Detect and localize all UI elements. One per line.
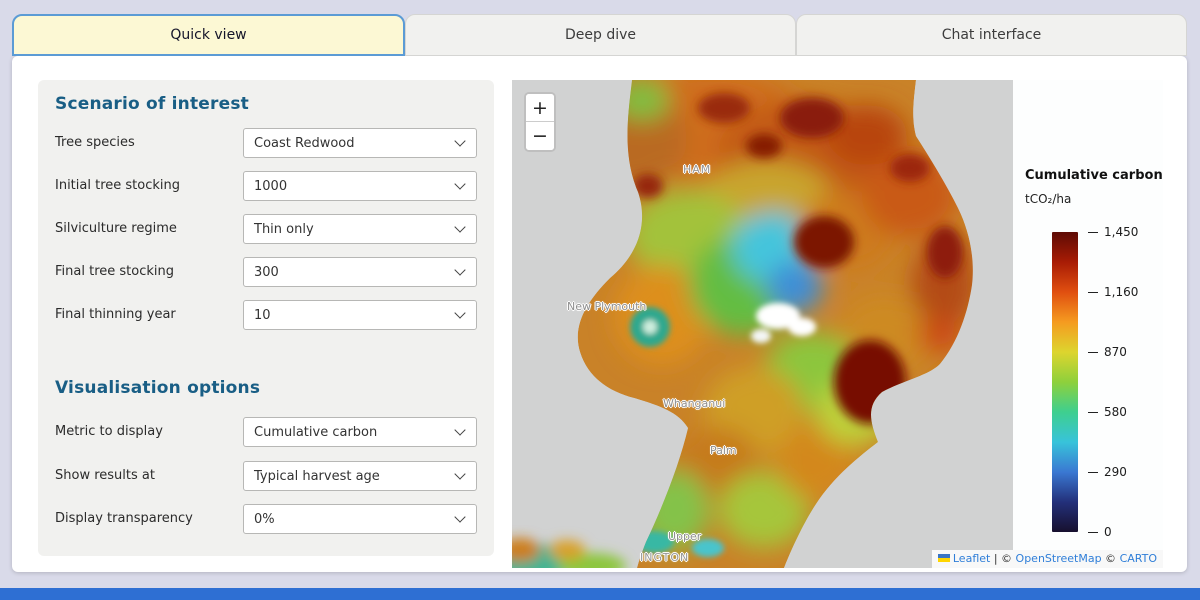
tick-label: 580 [1104, 405, 1127, 419]
tick-label: 290 [1104, 465, 1127, 479]
tick-label: 1,450 [1104, 225, 1138, 239]
attribution-separator: | © [990, 552, 1015, 565]
show-results-select[interactable]: Typical harvest age [243, 461, 477, 491]
map-place-label: Whanganui [663, 397, 725, 410]
leaflet-map[interactable]: HAM New Plymouth Whanganui Palm Upper IN… [512, 80, 1163, 568]
tab-bar: Quick view Deep dive Chat interface [12, 14, 1187, 56]
initial-stocking-label: Initial tree stocking [55, 178, 180, 193]
attribution-separator: © [1102, 552, 1120, 565]
leaflet-link[interactable]: Leaflet [953, 552, 990, 565]
chevron-down-icon [454, 511, 465, 522]
tree-species-select[interactable]: Coast Redwood [243, 128, 477, 158]
transparency-value: 0% [254, 512, 275, 527]
legend-colorbar [1052, 232, 1078, 532]
scenario-title: Scenario of interest [55, 94, 249, 114]
zoom-in-button[interactable]: + [526, 94, 554, 122]
silviculture-regime-label: Silviculture regime [55, 221, 177, 236]
scenario-panel: Scenario of interest Tree species Coast … [38, 80, 494, 556]
legend-title: Cumulative carbon [1025, 168, 1163, 183]
carto-link[interactable]: CARTO [1120, 552, 1157, 565]
footer-bar [0, 588, 1200, 600]
openstreetmap-link[interactable]: OpenStreetMap [1016, 552, 1102, 565]
tick-mark [1088, 292, 1098, 293]
map-place-label: Upper [668, 530, 701, 543]
chevron-down-icon [454, 135, 465, 146]
map-place-label: INGTON [640, 551, 689, 564]
transparency-label: Display transparency [55, 511, 193, 526]
final-thinning-year-select[interactable]: 10 [243, 300, 477, 330]
chevron-down-icon [454, 307, 465, 318]
initial-stocking-value: 1000 [254, 179, 287, 194]
metric-select[interactable]: Cumulative carbon [243, 417, 477, 447]
final-thinning-year-label: Final thinning year [55, 307, 176, 322]
ukraine-flag-icon [938, 554, 950, 562]
metric-label: Metric to display [55, 424, 163, 439]
tab-deep-dive[interactable]: Deep dive [405, 14, 796, 56]
visualisation-title: Visualisation options [55, 378, 260, 398]
tick-mark [1088, 532, 1098, 533]
chevron-down-icon [454, 178, 465, 189]
tick-mark [1088, 232, 1098, 233]
chevron-down-icon [454, 468, 465, 479]
initial-stocking-select[interactable]: 1000 [243, 171, 477, 201]
zoom-control: + − [524, 92, 556, 152]
zoom-out-button[interactable]: − [526, 122, 554, 150]
chevron-down-icon [454, 424, 465, 435]
final-thinning-year-value: 10 [254, 308, 271, 323]
tree-species-label: Tree species [55, 135, 135, 150]
legend-panel: Cumulative carbon tCO₂/ha 1,450 1,160 87… [1013, 80, 1163, 550]
tree-species-value: Coast Redwood [254, 136, 355, 151]
show-results-label: Show results at [55, 468, 155, 483]
tab-quick-view[interactable]: Quick view [12, 14, 405, 56]
chevron-down-icon [454, 221, 465, 232]
final-stocking-select[interactable]: 300 [243, 257, 477, 287]
metric-value: Cumulative carbon [254, 425, 377, 440]
tab-chat-interface[interactable]: Chat interface [796, 14, 1187, 56]
tick-mark [1088, 412, 1098, 413]
final-stocking-value: 300 [254, 265, 279, 280]
tick-mark [1088, 472, 1098, 473]
tab-quick-view-label: Quick view [170, 27, 246, 43]
tick-mark [1088, 352, 1098, 353]
tick-label: 1,160 [1104, 285, 1138, 299]
final-stocking-label: Final tree stocking [55, 264, 174, 279]
legend-unit: tCO₂/ha [1025, 192, 1071, 206]
silviculture-regime-select[interactable]: Thin only [243, 214, 477, 244]
show-results-value: Typical harvest age [254, 469, 380, 484]
transparency-select[interactable]: 0% [243, 504, 477, 534]
chevron-down-icon [454, 264, 465, 275]
tab-chat-interface-label: Chat interface [942, 27, 1042, 43]
tab-deep-dive-label: Deep dive [565, 27, 636, 43]
tick-label: 0 [1104, 525, 1112, 539]
tick-label: 870 [1104, 345, 1127, 359]
map-place-label: Palm [710, 444, 737, 457]
silviculture-regime-value: Thin only [254, 222, 314, 237]
main-card: Scenario of interest Tree species Coast … [12, 56, 1187, 572]
map-place-label: HAM [683, 163, 711, 176]
map-place-label: New Plymouth [567, 300, 646, 313]
map-attribution: Leaflet | © OpenStreetMap © CARTO [932, 550, 1163, 568]
